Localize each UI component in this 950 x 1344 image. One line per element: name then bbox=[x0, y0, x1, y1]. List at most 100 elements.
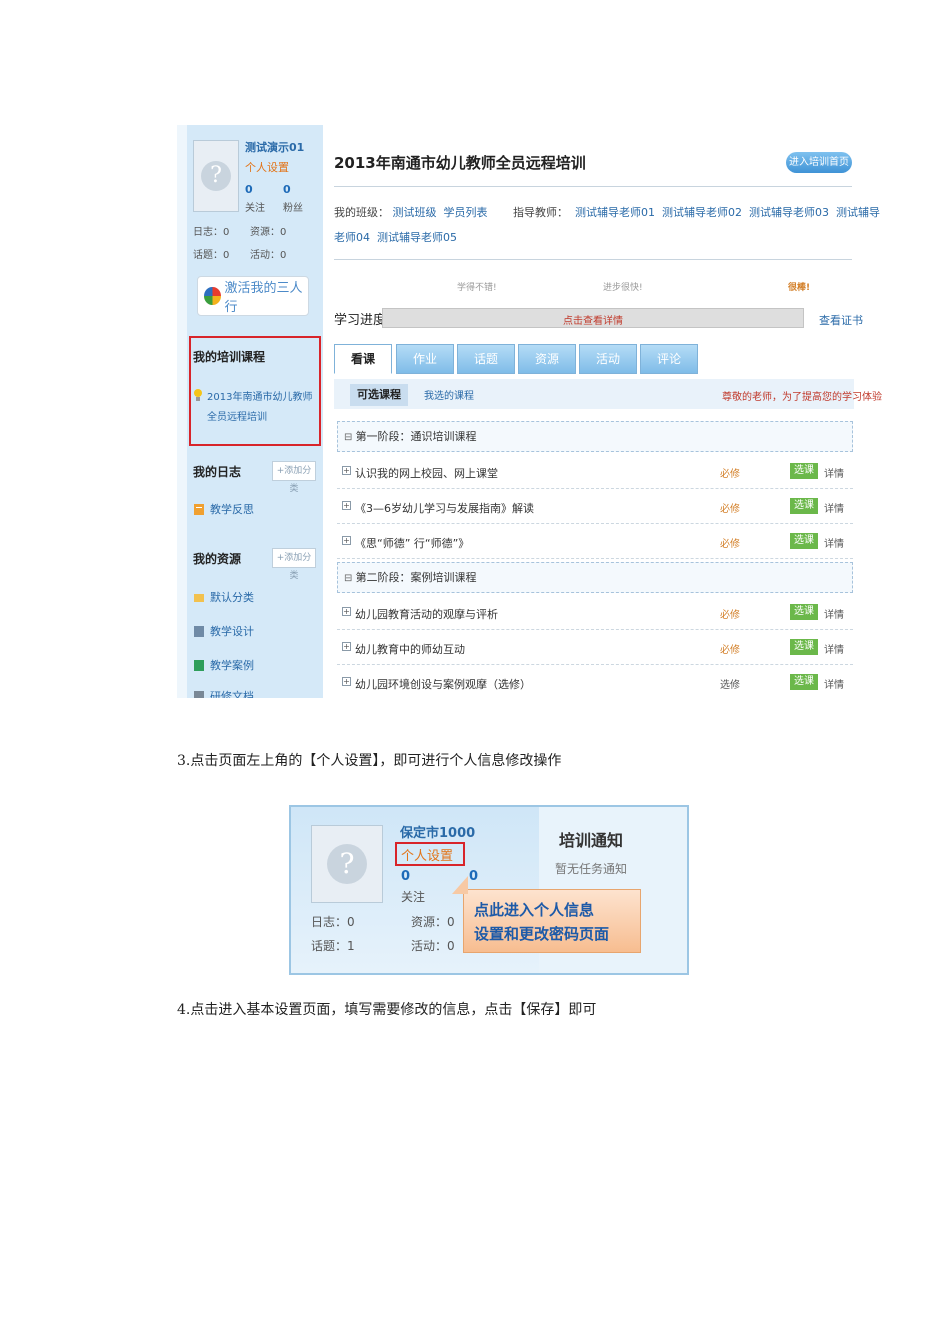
video-icon bbox=[194, 659, 204, 671]
select-course-button[interactable]: 选课 bbox=[790, 533, 818, 549]
course-link[interactable]: 2013年南通市幼儿教师全员远程培训 bbox=[207, 388, 319, 428]
my-log-heading: 我的日志 bbox=[193, 465, 242, 479]
activity-count: 活动：0 bbox=[411, 939, 455, 953]
notice-title: 培训通知 bbox=[559, 831, 624, 850]
tab-comments[interactable]: 评论 bbox=[640, 344, 698, 374]
step4-instruction: 4.点击进入基本设置页面，填写需要修改的信息，点击【保存】即可 bbox=[177, 1002, 597, 1018]
certificate-link[interactable]: 查看证书 bbox=[819, 312, 863, 328]
tab-activities[interactable]: 活动 bbox=[579, 344, 637, 374]
resource-item-default[interactable]: 默认分类 bbox=[193, 589, 254, 605]
folder-icon bbox=[194, 593, 204, 602]
resource-item-docs[interactable]: 研修文档 bbox=[193, 688, 254, 698]
progress-bar-text: 点击查看详情 bbox=[563, 316, 623, 327]
detail-link[interactable]: 详情 bbox=[824, 676, 844, 691]
enter-training-button[interactable]: 进入培训首页 bbox=[786, 152, 852, 173]
activate-button-label: 激活我的三人行 bbox=[224, 281, 303, 315]
user-name[interactable]: 保定市1000 bbox=[400, 822, 475, 841]
follow-count[interactable]: 0 bbox=[245, 183, 253, 196]
resource-item-case[interactable]: 教学案例 bbox=[193, 657, 254, 673]
course-row: + 幼儿园教育活动的观摩与评析 必修 选课 详情 bbox=[337, 595, 853, 630]
course-name: 《思“师德” 行“师德”》 bbox=[355, 537, 470, 550]
select-course-button[interactable]: 选课 bbox=[790, 498, 818, 514]
course-type: 必修 bbox=[720, 504, 740, 515]
step3-instruction: 3.点击页面左上角的【个人设置】，即可进行个人信息修改操作 bbox=[177, 753, 562, 769]
avatar[interactable]: ? bbox=[311, 825, 383, 903]
resource-count: 资源：0 bbox=[411, 915, 455, 929]
course-row: + 幼儿教育中的师幼互动 必修 选课 详情 bbox=[337, 630, 853, 665]
stage-header[interactable]: ⊟ 第一阶段：通识培训课程 bbox=[337, 421, 853, 452]
tab-watch-course[interactable]: 看课 bbox=[334, 344, 392, 374]
detail-link[interactable]: 详情 bbox=[824, 606, 844, 621]
tab-resources[interactable]: 资源 bbox=[518, 344, 576, 374]
log-item-label: 教学反思 bbox=[210, 503, 254, 516]
select-course-button[interactable]: 选课 bbox=[790, 674, 818, 690]
tutor-info: 指导教师： 测试辅导老师01 测试辅导老师02 测试辅导老师03 测试辅导 bbox=[513, 204, 880, 220]
detail-link[interactable]: 详情 bbox=[824, 535, 844, 550]
subtab-available-courses[interactable]: 可选课程 bbox=[350, 384, 408, 406]
detail-link[interactable]: 详情 bbox=[824, 465, 844, 480]
avatar[interactable]: ? bbox=[193, 140, 239, 212]
divider bbox=[334, 259, 852, 260]
fans-count[interactable]: 0 bbox=[469, 869, 478, 884]
tutor-link[interactable]: 测试辅导老师05 bbox=[377, 231, 457, 244]
course-type: 必修 bbox=[720, 539, 740, 550]
callout-line: 点此进入个人信息 bbox=[474, 901, 595, 919]
tab-topics[interactable]: 话题 bbox=[457, 344, 515, 374]
resource-item-design[interactable]: 教学设计 bbox=[193, 623, 254, 639]
log-item[interactable]: 教学反思 bbox=[193, 501, 254, 517]
class-info: 我的班级： 测试班级 学员列表 bbox=[334, 204, 488, 220]
activate-button[interactable]: 激活我的三人行 bbox=[197, 276, 309, 316]
resource-item-label: 默认分类 bbox=[210, 591, 254, 604]
log-count: 日志：0 bbox=[193, 227, 230, 238]
tab-homework[interactable]: 作业 bbox=[396, 344, 454, 374]
lightbulb-icon bbox=[193, 387, 203, 401]
tutor-link[interactable]: 测试辅导老师02 bbox=[662, 206, 742, 219]
add-log-category-button[interactable]: +添加分类 bbox=[272, 461, 316, 494]
my-courses-heading: 我的培训课程 bbox=[193, 350, 266, 364]
tutor-link[interactable]: 测试辅导老师03 bbox=[749, 206, 829, 219]
document-icon bbox=[194, 625, 204, 637]
tooltip-callout: 点此进入个人信息 设置和更改密码页面 bbox=[452, 876, 641, 953]
topic-count: 话题：1 bbox=[311, 939, 355, 953]
expand-icon[interactable]: + bbox=[342, 642, 351, 651]
progress-label: 学习进度 bbox=[334, 313, 387, 328]
resource-count: 资源：0 bbox=[250, 227, 287, 238]
personal-settings-link[interactable]: 个人设置 bbox=[401, 845, 453, 864]
personal-settings-link[interactable]: 个人设置 bbox=[245, 159, 289, 175]
add-resource-category-button[interactable]: +添加分类 bbox=[272, 548, 316, 581]
expand-icon[interactable]: + bbox=[342, 607, 351, 616]
notice-text: 尊敬的老师，为了提高您的学习体验 bbox=[722, 392, 882, 403]
three-person-logo-icon bbox=[204, 287, 221, 305]
notice-text: 暂无任务通知 bbox=[555, 862, 628, 876]
class-link[interactable]: 测试班级 bbox=[393, 206, 437, 219]
detail-link[interactable]: 详情 bbox=[824, 641, 844, 656]
tutor-link[interactable]: 测试辅导老师01 bbox=[575, 206, 655, 219]
expand-icon[interactable]: + bbox=[342, 501, 351, 510]
expand-icon[interactable]: + bbox=[342, 466, 351, 475]
user-name[interactable]: 测试演示01 bbox=[245, 139, 304, 155]
select-course-button[interactable]: 选课 bbox=[790, 604, 818, 620]
subtab-my-courses[interactable]: 我选的课程 bbox=[424, 387, 474, 402]
callout-line: 设置和更改密码页面 bbox=[474, 925, 610, 943]
course-name: 幼儿园环境创设与案例观摩（选修） bbox=[355, 678, 531, 691]
tutor-link[interactable]: 老师04 bbox=[334, 231, 370, 244]
activity-count: 活动：0 bbox=[250, 250, 287, 261]
course-name: 认识我的网上校园、网上课堂 bbox=[355, 467, 498, 480]
progress-bar[interactable]: 点击查看详情 bbox=[382, 308, 804, 328]
milestone-label: 进步很快! bbox=[603, 283, 643, 293]
detail-link[interactable]: 详情 bbox=[824, 500, 844, 515]
expand-icon[interactable]: + bbox=[342, 536, 351, 545]
fans-label: 粉丝 bbox=[283, 203, 303, 214]
my-resources-heading: 我的资源 bbox=[193, 552, 242, 566]
expand-icon[interactable]: + bbox=[342, 677, 351, 686]
fans-count[interactable]: 0 bbox=[283, 183, 291, 196]
student-list-link[interactable]: 学员列表 bbox=[444, 206, 488, 219]
select-course-button[interactable]: 选课 bbox=[790, 463, 818, 479]
stage-title: 第一阶段：通识培训课程 bbox=[355, 430, 477, 443]
select-course-button[interactable]: 选课 bbox=[790, 639, 818, 655]
follow-count[interactable]: 0 bbox=[401, 869, 410, 884]
resource-item-label: 教学设计 bbox=[210, 625, 254, 638]
tutor-link[interactable]: 测试辅导 bbox=[836, 206, 880, 219]
stage-header[interactable]: ⊟ 第二阶段：案例培训课程 bbox=[337, 562, 853, 593]
milestone-label: 学得不错! bbox=[457, 283, 497, 293]
